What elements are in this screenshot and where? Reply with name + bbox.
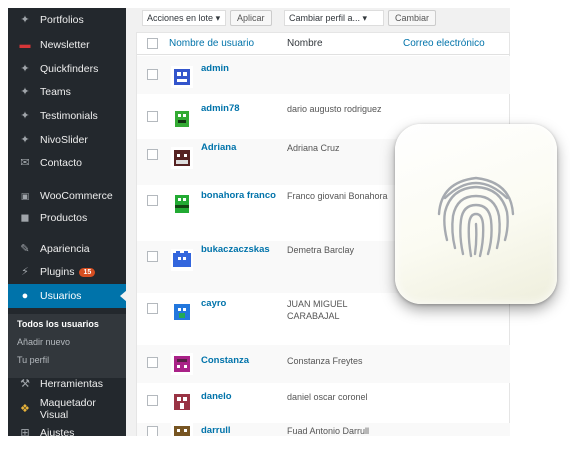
submenu-all-users[interactable]: Todos los usuarios bbox=[17, 319, 99, 329]
submenu-add-new[interactable]: Añadir nuevo bbox=[17, 337, 70, 347]
username-link[interactable]: darrull bbox=[201, 425, 231, 436]
bulk-actions-select[interactable]: Acciones en lote ▾ bbox=[142, 10, 226, 26]
row-checkbox[interactable] bbox=[147, 69, 158, 80]
sidebar-item-usuarios[interactable]: ● Usuarios bbox=[8, 284, 126, 308]
woo-icon: ▣ bbox=[20, 191, 30, 201]
submenu-your-profile[interactable]: Tu perfil bbox=[17, 355, 49, 365]
username-link[interactable]: admin bbox=[201, 63, 229, 74]
username-link[interactable]: danelo bbox=[201, 391, 232, 402]
row-checkbox[interactable] bbox=[147, 251, 158, 262]
apply-button[interactable]: Aplicar bbox=[230, 10, 272, 26]
avatar bbox=[171, 353, 193, 375]
table-row: Constanza Constanza Freytes bbox=[137, 345, 510, 383]
pin-icon: ✦ bbox=[20, 14, 30, 26]
settings-icon: ⊞ bbox=[20, 427, 30, 436]
pin-icon: ✦ bbox=[20, 134, 30, 146]
sidebar-item-nivoslider[interactable]: ✦ NivoSlider bbox=[8, 128, 126, 152]
sidebar-item-woocommerce[interactable]: ▣ WooCommerce bbox=[8, 184, 126, 208]
table-row: admin bbox=[137, 56, 510, 94]
full-name: Constanza Freytes bbox=[287, 356, 363, 366]
bulk-actions-toolbar: Acciones en lote ▾ Aplicar Cambiar perfi… bbox=[126, 8, 510, 30]
dropdown-arrow-icon: ▾ bbox=[362, 13, 368, 23]
username-link[interactable]: bonahora franco bbox=[201, 190, 276, 201]
table-row: danelo daniel oscar coronel bbox=[137, 383, 510, 423]
username-link[interactable]: cayro bbox=[201, 298, 226, 309]
change-role-select[interactable]: Cambiar perfil a... ▾ bbox=[284, 10, 384, 26]
dropdown-arrow-icon: ▾ bbox=[215, 13, 221, 23]
full-name: dario augusto rodriguez bbox=[287, 104, 382, 114]
full-name: daniel oscar coronel bbox=[287, 392, 368, 402]
sidebar-item-testimonials[interactable]: ✦ Testimonials bbox=[8, 104, 126, 128]
avatar bbox=[171, 147, 193, 169]
admin-sidebar: ✦ Portfolios ▬ Newsletter ✦ Quickfinders ✦ T… bbox=[8, 8, 126, 436]
box-icon: ◼ bbox=[20, 212, 30, 224]
wrench-icon: ⚒ bbox=[20, 378, 30, 390]
avatar bbox=[171, 423, 193, 436]
column-email[interactable]: Correo electrónico bbox=[403, 38, 485, 49]
username-link[interactable]: Constanza bbox=[201, 355, 249, 366]
sidebar-item-plugins[interactable]: ⚡ Plugins 15 bbox=[8, 260, 126, 284]
row-checkbox[interactable] bbox=[147, 303, 158, 314]
pin-icon: ✦ bbox=[20, 63, 30, 75]
fingerprint-card bbox=[395, 124, 557, 304]
column-username[interactable]: Nombre de usuario bbox=[169, 38, 254, 49]
full-name: Demetra Barclay bbox=[287, 245, 355, 255]
plug-icon: ⚡ bbox=[21, 266, 29, 278]
row-checkbox[interactable] bbox=[147, 149, 158, 160]
user-icon: ● bbox=[21, 290, 29, 302]
sidebar-item-herramientas[interactable]: ⚒ Herramientas bbox=[8, 372, 126, 396]
sidebar-item-newsletter[interactable]: ▬ Newsletter bbox=[8, 33, 126, 57]
envelope-icon: ✉ bbox=[20, 157, 30, 169]
fingerprint-icon bbox=[437, 176, 515, 258]
sidebar-item-apariencia[interactable]: ✎ Apariencia bbox=[8, 237, 126, 261]
pin-icon: ✦ bbox=[20, 110, 30, 122]
row-checkbox[interactable] bbox=[147, 111, 158, 122]
sidebar-item-ajustes[interactable]: ⊞ Ajustes bbox=[8, 421, 126, 436]
username-link[interactable]: admin78 bbox=[201, 103, 240, 114]
row-checkbox[interactable] bbox=[147, 357, 158, 368]
builder-icon: ❖ bbox=[19, 403, 30, 415]
column-name[interactable]: Nombre bbox=[287, 38, 323, 49]
select-all-checkbox[interactable] bbox=[147, 38, 158, 49]
full-name: JUAN MIGUEL CARABAJAL bbox=[287, 299, 348, 321]
row-checkbox[interactable] bbox=[147, 195, 158, 206]
avatar bbox=[171, 108, 193, 130]
full-name: Fuad Antonio Darrull bbox=[287, 426, 370, 436]
sidebar-item-portfolios[interactable]: ✦ Portfolios bbox=[8, 8, 126, 32]
pin-icon: ✦ bbox=[20, 86, 30, 98]
brush-icon: ✎ bbox=[20, 243, 30, 255]
full-name: Adriana Cruz bbox=[287, 143, 340, 153]
username-link[interactable]: Adriana bbox=[201, 142, 236, 153]
row-checkbox[interactable] bbox=[147, 395, 158, 406]
avatar bbox=[171, 66, 193, 88]
avatar bbox=[171, 193, 193, 215]
avatar bbox=[171, 301, 193, 323]
sidebar-item-maquetador-visual[interactable]: ❖ Maquetador Visual bbox=[8, 397, 126, 421]
sidebar-item-contacto[interactable]: ✉ Contacto bbox=[8, 151, 126, 175]
username-link[interactable]: bukaczaczskas bbox=[201, 244, 270, 255]
users-submenu: Todos los usuarios Añadir nuevo Tu perfi… bbox=[8, 314, 126, 378]
full-name: Franco giovani Bonahora bbox=[287, 191, 388, 201]
avatar bbox=[171, 249, 193, 271]
sidebar-item-productos[interactable]: ◼ Productos bbox=[8, 206, 126, 230]
table-row: darrull Fuad Antonio Darrull bbox=[137, 423, 510, 436]
sidebar-item-teams[interactable]: ✦ Teams bbox=[8, 80, 126, 104]
sidebar-item-quickfinders[interactable]: ✦ Quickfinders bbox=[8, 57, 126, 81]
mail-icon: ▬ bbox=[19, 39, 31, 51]
change-role-button[interactable]: Cambiar bbox=[388, 10, 437, 26]
update-count-badge: 15 bbox=[79, 267, 96, 277]
row-checkbox[interactable] bbox=[147, 426, 158, 436]
avatar bbox=[171, 391, 193, 413]
table-header: Nombre de usuario Nombre Correo electrón… bbox=[137, 33, 510, 55]
